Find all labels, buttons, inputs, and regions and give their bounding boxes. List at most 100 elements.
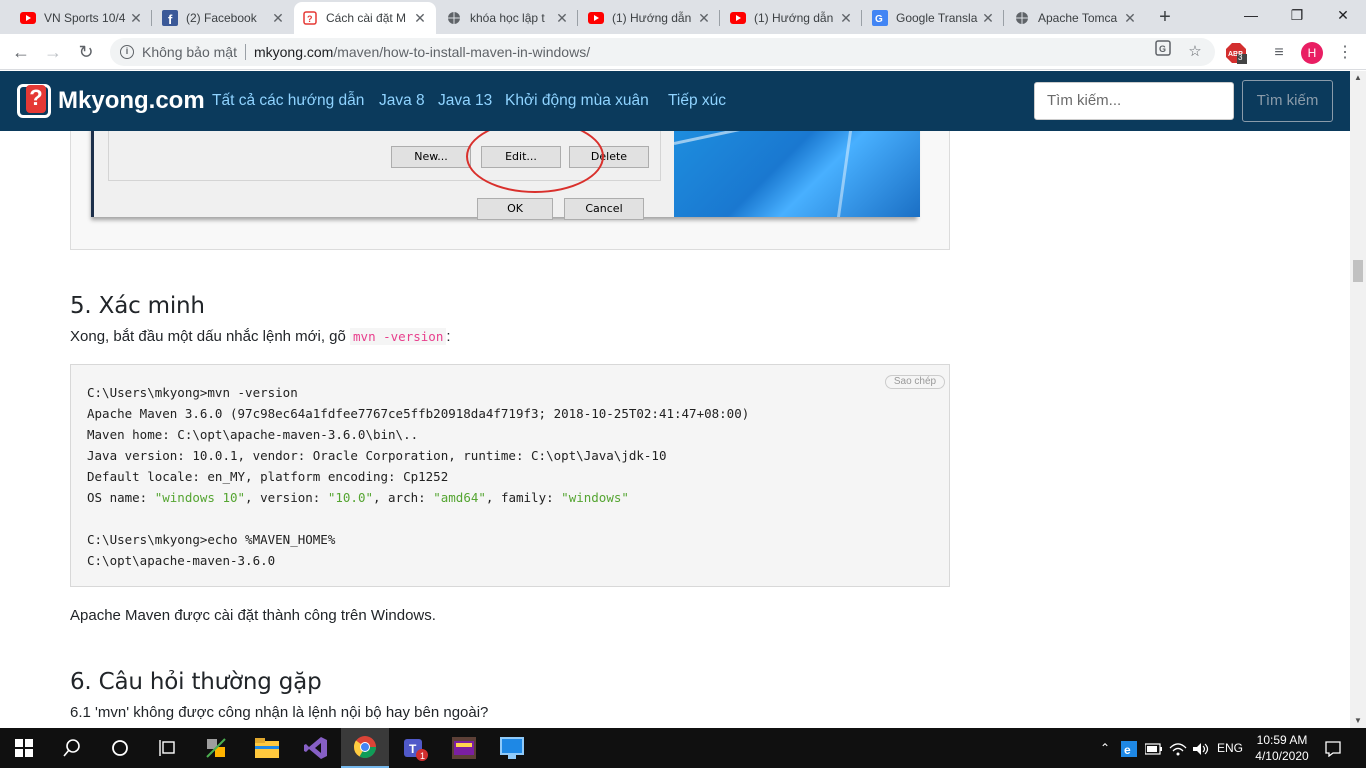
tab-separator (151, 10, 152, 26)
bookmark-star-icon[interactable]: ☆ (1184, 38, 1206, 66)
dialog-cancel-button: Cancel (564, 198, 644, 220)
close-tab-icon[interactable]: ✕ (554, 10, 570, 27)
info-icon[interactable]: i (120, 45, 134, 59)
url-host[interactable]: mkyong.com (254, 44, 333, 60)
minimize-button[interactable]: — (1228, 0, 1274, 30)
search-input[interactable]: Tìm kiếm... (1034, 82, 1234, 120)
code-block: Sao chép C:\Users\mkyong>mvn -version Ap… (70, 364, 950, 587)
tools-app-icon[interactable] (192, 728, 240, 768)
tab-facebook[interactable]: f (2) Facebook ✕ (154, 2, 294, 34)
tab-active-mkyong[interactable]: ? Cách cài đặt M ✕ (294, 2, 436, 34)
dialog-ok-button: OK (477, 198, 553, 220)
scroll-up-arrow[interactable]: ▲ (1350, 71, 1366, 85)
new-tab-button[interactable]: + (1154, 6, 1176, 28)
scroll-down-arrow[interactable]: ▼ (1350, 714, 1366, 728)
adblock-extension-icon[interactable]: ABP 3 (1225, 42, 1247, 64)
volume-icon[interactable] (1190, 728, 1212, 768)
clock-date: 4/10/2020 (1255, 749, 1309, 763)
start-button[interactable] (0, 728, 48, 768)
intro-colon: : (446, 328, 451, 345)
close-tab-icon[interactable]: ✕ (980, 10, 996, 27)
search-button[interactable]: Tìm kiếm (1242, 80, 1333, 122)
nav-spring-boot[interactable]: Khởi động mùa xuân (505, 92, 649, 110)
system-clock[interactable]: 10:59 AM 4/10/2020 (1247, 732, 1317, 764)
close-window-button[interactable]: ✕ (1320, 0, 1366, 30)
svg-text:G: G (875, 14, 883, 25)
notification-center-icon[interactable] (1320, 728, 1346, 768)
menu-icon[interactable]: ⋮ (1334, 42, 1356, 64)
youtube-icon (20, 10, 36, 26)
teams-icon[interactable]: T1 (390, 728, 438, 768)
svg-text:T: T (409, 742, 417, 756)
show-hidden-icons[interactable]: ⌃ (1096, 728, 1114, 768)
google-translate-icon: G (872, 10, 888, 26)
facebook-icon: f (162, 10, 178, 26)
monitor-app-icon[interactable] (488, 728, 536, 768)
nav-java8[interactable]: Java 8 (379, 92, 425, 110)
close-tab-icon[interactable]: ✕ (696, 10, 712, 27)
svg-text:G: G (1159, 44, 1166, 54)
tab-apache-tomcat[interactable]: Apache Tomca ✕ (1006, 2, 1146, 34)
media-control-icon[interactable]: ≡ (1268, 42, 1290, 64)
code-text: OS name: (87, 490, 155, 505)
chrome-icon[interactable] (341, 728, 389, 768)
youtube-icon (730, 10, 746, 26)
page-scrollbar[interactable]: ▲ ▼ (1350, 71, 1366, 728)
profile-avatar[interactable]: H (1301, 42, 1323, 64)
file-explorer-icon[interactable] (243, 728, 291, 768)
tab-separator (577, 10, 578, 26)
faq-6-1[interactable]: 6.1 'mvn' không được công nhận là lệnh n… (70, 704, 488, 721)
section-5-heading: 5. Xác minh (70, 293, 205, 319)
tab-separator (719, 10, 720, 26)
media-app-icon[interactable] (440, 728, 488, 768)
wallpaper-ray (836, 131, 855, 217)
tab-google-translate[interactable]: G Google Transla ✕ (864, 2, 1004, 34)
back-button[interactable]: ← (9, 40, 33, 64)
nav-java13[interactable]: Java 13 (438, 92, 492, 110)
code-line: Apache Maven 3.6.0 (97c98ec64a1fdfee7767… (87, 406, 750, 421)
address-bar[interactable]: i Không bảo mật mkyong.com/maven/how-to-… (110, 38, 1215, 66)
visual-studio-icon[interactable] (292, 728, 340, 768)
scroll-thumb[interactable] (1353, 260, 1363, 282)
code-string: "amd64" (433, 490, 486, 505)
close-tab-icon[interactable]: ✕ (1122, 10, 1138, 27)
reload-button[interactable]: ↻ (74, 40, 98, 64)
close-tab-icon[interactable]: ✕ (270, 10, 286, 27)
globe-icon (1014, 10, 1030, 26)
search-icon[interactable] (48, 728, 96, 768)
code-line: Default locale: en_MY, platform encoding… (87, 469, 449, 484)
tab-vn-sports[interactable]: VN Sports 10/4 ✕ (12, 2, 152, 34)
close-tab-icon[interactable]: ✕ (412, 10, 428, 27)
code-string: "10.0" (327, 490, 373, 505)
forward-button[interactable]: → (41, 40, 65, 64)
battery-icon[interactable] (1143, 728, 1165, 768)
tab-title: Apache Tomca (1038, 11, 1118, 25)
ie-tray-icon[interactable]: e (1118, 728, 1140, 768)
tab-khoa-hoc[interactable]: khóa học lập t ✕ (438, 2, 578, 34)
copy-button[interactable]: Sao chép (885, 375, 945, 389)
site-logo[interactable]: Mkyong.com (17, 84, 205, 118)
language-indicator[interactable]: ENG (1213, 728, 1247, 768)
nav-contact[interactable]: Tiếp xúc (668, 92, 726, 110)
tab-title: (1) Hướng dẫn (612, 11, 692, 25)
code-line: C:\opt\apache-maven-3.6.0 (87, 553, 276, 568)
close-tab-icon[interactable]: ✕ (838, 10, 854, 27)
task-view-icon[interactable] (144, 728, 192, 768)
success-paragraph: Apache Maven được cài đặt thành công trê… (70, 607, 436, 624)
restore-button[interactable]: ❐ (1274, 0, 1320, 30)
wifi-icon[interactable] (1167, 728, 1189, 768)
tab-huong-dan-1[interactable]: (1) Hướng dẫn ✕ (580, 2, 720, 34)
translate-icon[interactable]: G (1152, 38, 1174, 66)
tab-title: khóa học lập t (470, 11, 545, 25)
close-tab-icon[interactable]: ✕ (128, 10, 144, 27)
youtube-icon (588, 10, 604, 26)
screenshot-figure: New... Edit... Delete OK Cancel (70, 131, 950, 250)
tab-separator (861, 10, 862, 26)
code-line: C:\Users\mkyong>mvn -version (87, 385, 298, 400)
tab-huong-dan-2[interactable]: (1) Hướng dẫn ✕ (722, 2, 862, 34)
nav-all-tutorials[interactable]: Tất cả các hướng dẫn (212, 92, 364, 110)
cortana-icon[interactable] (96, 728, 144, 768)
security-label[interactable]: Không bảo mật (142, 44, 237, 60)
url-path[interactable]: /maven/how-to-install-maven-in-windows/ (333, 44, 590, 60)
windows-taskbar: T1 ⌃ e ENG 10:59 AM 4/10/2020 (0, 728, 1366, 768)
